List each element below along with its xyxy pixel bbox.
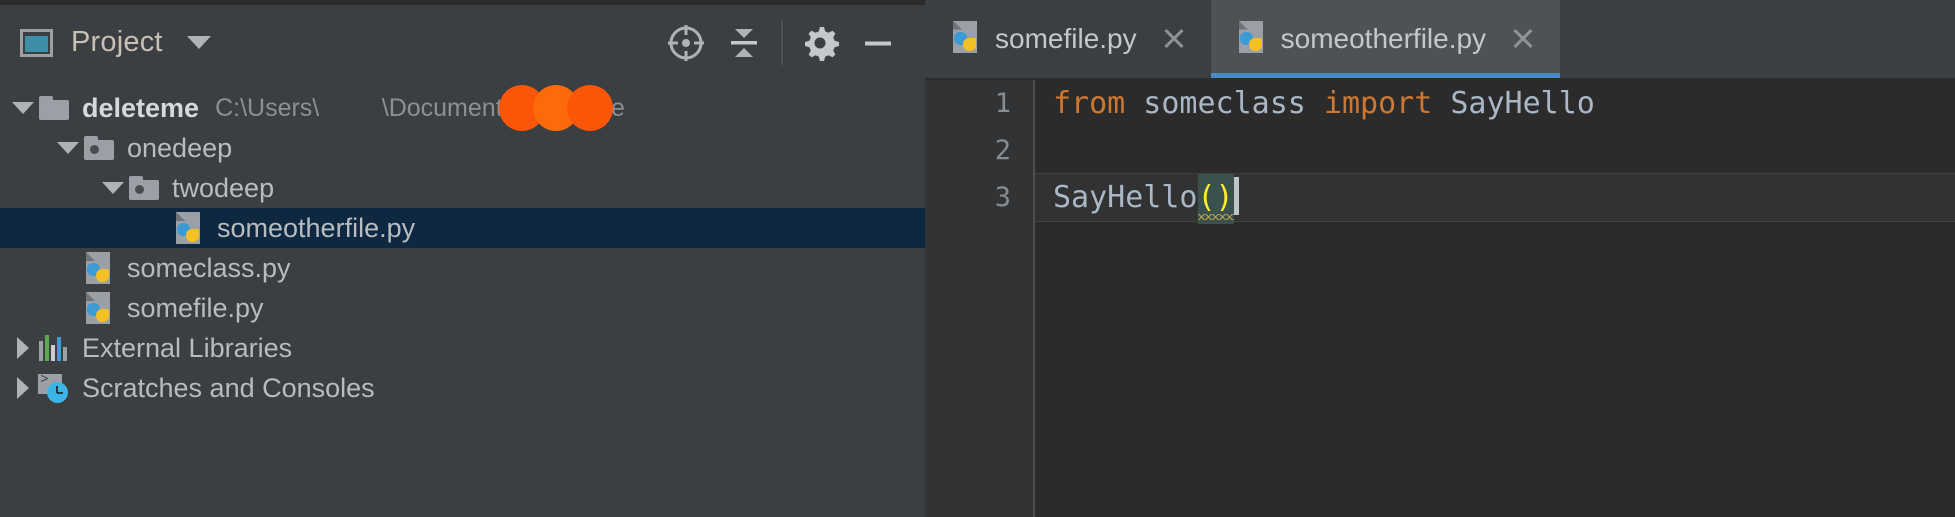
settings-button[interactable] bbox=[791, 14, 849, 72]
matched-bracket-pair: () bbox=[1197, 174, 1234, 224]
ide-window: Project deleteme C:\Users\ onedeep twode… bbox=[0, 0, 1955, 517]
tree-row-scratches-and-consoles[interactable]: Scratches and Consoles bbox=[0, 368, 925, 408]
chevron-down-icon[interactable] bbox=[186, 36, 211, 49]
collapse-all-button[interactable] bbox=[715, 14, 773, 72]
project-title-group[interactable]: Project bbox=[20, 26, 211, 59]
code-text-area[interactable]: from someclass import SayHello SayHello(… bbox=[1035, 80, 1955, 517]
python-file-icon bbox=[171, 212, 207, 244]
python-file-icon bbox=[81, 292, 117, 324]
tree-label-scratches-and-consoles: Scratches and Consoles bbox=[82, 372, 375, 403]
tab-somefile[interactable]: somefile.py bbox=[925, 0, 1211, 78]
collapse-all-icon bbox=[731, 28, 757, 57]
project-panel-toolbar bbox=[657, 5, 907, 80]
package-folder-icon bbox=[126, 176, 162, 200]
project-panel-header: Project bbox=[0, 5, 925, 80]
expand-arrow-twodeep[interactable] bbox=[100, 182, 126, 194]
folder-icon bbox=[36, 96, 72, 120]
gear-icon bbox=[805, 26, 839, 61]
line-number: 1 bbox=[994, 88, 1011, 119]
token-keyword-import: import bbox=[1323, 86, 1433, 121]
select-opened-file-button[interactable] bbox=[657, 14, 715, 72]
tab-label-somefile: somefile.py bbox=[995, 23, 1137, 54]
tree-label-someotherfile: someotherfile.py bbox=[217, 212, 416, 243]
tree-label-onedeep: onedeep bbox=[127, 132, 233, 163]
external-libraries-icon bbox=[36, 335, 72, 361]
project-tool-window: Project deleteme C:\Users\ onedeep twode… bbox=[0, 0, 925, 517]
expand-arrow-external-libraries[interactable] bbox=[10, 337, 36, 359]
expand-arrow-onedeep[interactable] bbox=[55, 142, 81, 154]
line-number-gutter[interactable]: 1 2 3 bbox=[925, 80, 1035, 517]
token-identifier-sayhello-call: SayHello bbox=[1053, 180, 1198, 215]
error-squiggle-icon bbox=[1197, 214, 1234, 220]
python-file-icon bbox=[1237, 20, 1267, 58]
tree-row-onedeep[interactable]: onedeep bbox=[0, 128, 925, 168]
scratches-consoles-icon bbox=[36, 370, 72, 403]
code-line-2[interactable] bbox=[1035, 127, 1955, 174]
editor-tab-bar: somefile.py someotherfile.py bbox=[925, 0, 1955, 80]
code-line-1[interactable]: from someclass import SayHello bbox=[1035, 80, 1955, 127]
tree-row-twodeep[interactable]: twodeep bbox=[0, 168, 925, 208]
tree-label-external-libraries: External Libraries bbox=[82, 332, 293, 363]
tab-someotherfile[interactable]: someotherfile.py bbox=[1210, 0, 1561, 78]
tree-row-someclass[interactable]: someclass.py bbox=[0, 248, 925, 288]
code-line-3[interactable]: SayHello() bbox=[1035, 174, 1955, 224]
close-icon[interactable] bbox=[1508, 24, 1538, 54]
hide-panel-button[interactable] bbox=[849, 14, 907, 72]
tree-label-deleteme: deleteme bbox=[82, 92, 200, 123]
expand-arrow-scratches[interactable] bbox=[10, 377, 36, 399]
minus-icon bbox=[865, 41, 891, 45]
project-panel-title: Project bbox=[71, 26, 163, 58]
tree-row-somefile[interactable]: somefile.py bbox=[0, 288, 925, 328]
editor-area: somefile.py someotherfile.py 1 2 3 from … bbox=[925, 0, 1955, 517]
python-file-icon bbox=[951, 20, 981, 58]
editor-body[interactable]: 1 2 3 from someclass import SayHello Say… bbox=[925, 80, 1955, 517]
python-file-icon bbox=[81, 252, 117, 284]
line-number: 2 bbox=[994, 135, 1011, 166]
token-identifier-sayhello: SayHello bbox=[1432, 86, 1595, 121]
redaction-overlay bbox=[499, 85, 614, 131]
line-number: 3 bbox=[994, 182, 1011, 213]
tree-label-twodeep: twodeep bbox=[172, 172, 275, 203]
bracket-text: () bbox=[1197, 180, 1234, 215]
project-tree[interactable]: deleteme C:\Users\xxxxx\Documents\delete… bbox=[0, 80, 925, 517]
close-icon[interactable] bbox=[1159, 24, 1189, 54]
toolbar-divider bbox=[781, 20, 783, 65]
token-keyword-from: from bbox=[1053, 86, 1126, 121]
tree-row-someotherfile[interactable]: someotherfile.py bbox=[0, 208, 925, 248]
tree-label-somefile: somefile.py bbox=[127, 292, 264, 323]
project-window-icon bbox=[20, 28, 53, 57]
tree-row-deleteme[interactable]: deleteme C:\Users\xxxxx\Documents\delete… bbox=[0, 85, 925, 131]
crosshair-target-icon bbox=[668, 24, 704, 61]
package-folder-icon bbox=[81, 136, 117, 160]
expand-arrow-deleteme[interactable] bbox=[10, 102, 36, 114]
tree-label-someclass: someclass.py bbox=[127, 252, 291, 283]
tree-row-external-libraries[interactable]: External Libraries bbox=[0, 328, 925, 368]
token-identifier-someclass: someclass bbox=[1125, 86, 1324, 121]
tab-label-someotherfile: someotherfile.py bbox=[1280, 23, 1487, 54]
text-caret bbox=[1233, 177, 1239, 215]
